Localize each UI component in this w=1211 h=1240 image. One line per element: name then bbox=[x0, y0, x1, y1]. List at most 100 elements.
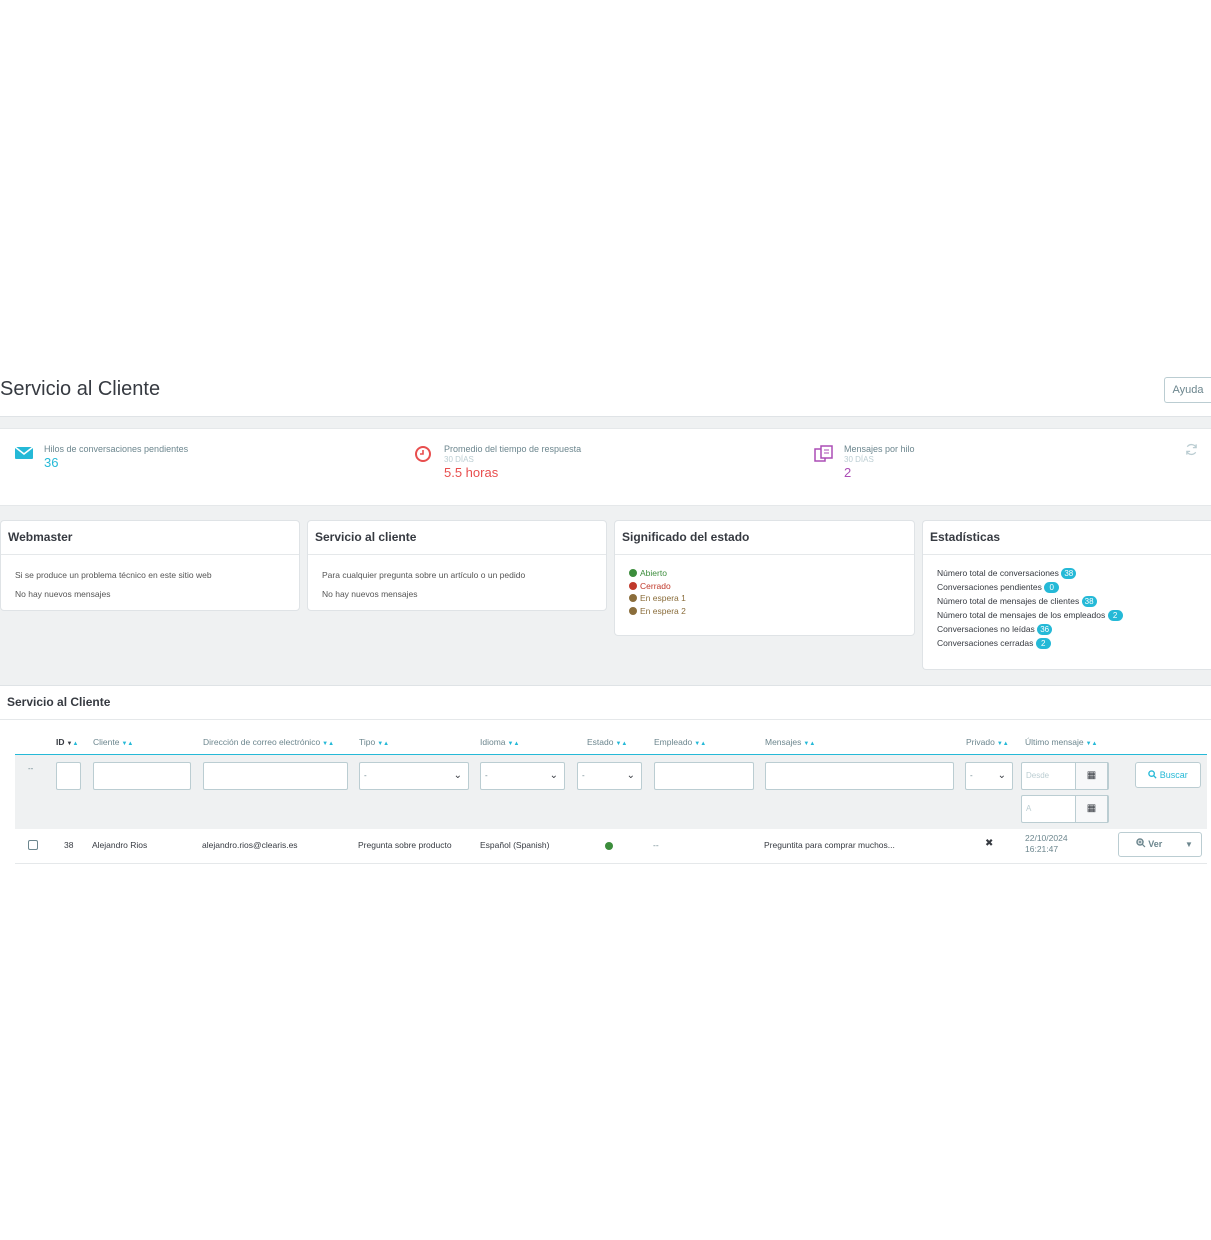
column-header-estado[interactable]: Estado ▼▲ bbox=[587, 737, 627, 747]
stat-item: Número total de conversaciones 38 bbox=[937, 566, 1211, 580]
kpi-title: Promedio del tiempo de respuesta bbox=[444, 444, 582, 454]
cell-cliente: Alejandro Rios bbox=[92, 840, 148, 850]
cell-idioma: Español (Spanish) bbox=[480, 840, 550, 850]
private-cross-icon: ✖ bbox=[985, 838, 994, 849]
panel-status: No hay nuevos mensajes bbox=[15, 589, 111, 599]
kpi-value: 36 bbox=[44, 455, 59, 470]
kpi-title: Mensajes por hilo bbox=[844, 444, 915, 454]
filter-email-input[interactable] bbox=[203, 762, 348, 790]
stat-badge: 2 bbox=[1107, 610, 1123, 621]
cell-estado bbox=[605, 841, 616, 851]
sort-icon: ▼▲ bbox=[1085, 741, 1098, 747]
sort-icon: ▼▲ bbox=[377, 741, 390, 747]
column-header-cliente[interactable]: Cliente ▼▲ bbox=[93, 737, 133, 747]
caret-down-icon[interactable]: ▼ bbox=[1177, 833, 1201, 856]
search-icon bbox=[1148, 770, 1157, 779]
column-header-tipo[interactable]: Tipo ▼▲ bbox=[359, 737, 389, 747]
page-header: Servicio al Cliente Ayuda bbox=[0, 367, 1211, 417]
table-row[interactable]: 38 Alejandro Rios alejandro.rios@clearis… bbox=[15, 828, 1207, 864]
status-dot-icon bbox=[605, 842, 613, 850]
sort-icon: ▼▲ bbox=[507, 741, 520, 747]
kpi-row: Hilos de conversaciones pendientes 36 Pr… bbox=[0, 428, 1211, 506]
column-header-idioma[interactable]: Idioma ▼▲ bbox=[480, 737, 519, 747]
filter-idioma-select[interactable]: - ⌄ bbox=[480, 762, 565, 790]
column-header-privado[interactable]: Privado ▼▲ bbox=[966, 737, 1009, 747]
calendar-icon[interactable]: ▦ bbox=[1075, 795, 1108, 823]
customer-threads-list: Servicio al Cliente ID ▼▲ Cliente ▼▲ Direc… bbox=[0, 685, 1211, 864]
view-button-group: Ver ▼ bbox=[1118, 832, 1202, 857]
calendar-icon[interactable]: ▦ bbox=[1075, 762, 1108, 790]
cell-tipo: Pregunta sobre producto bbox=[358, 840, 452, 850]
sort-icon: ▼▲ bbox=[322, 741, 335, 747]
cell-email: alejandro.rios@clearis.es bbox=[202, 840, 298, 850]
stat-badge: 2 bbox=[1035, 638, 1051, 649]
column-header-mensajes[interactable]: Mensajes ▼▲ bbox=[765, 737, 815, 747]
stat-badge: 38 bbox=[1081, 596, 1097, 607]
sort-icon: ▼▲ bbox=[996, 741, 1009, 747]
bulk-actions-label: -- bbox=[28, 764, 34, 773]
status-dot-icon bbox=[629, 581, 637, 590]
column-header-email[interactable]: Dirección de correo electrónico ▼▲ bbox=[203, 737, 334, 747]
sort-icon: ▼▲ bbox=[803, 741, 816, 747]
status-legend-panel: Significado del estado Abierto Cerrado E… bbox=[614, 520, 915, 636]
zoom-in-icon bbox=[1135, 838, 1146, 848]
customer-service-panel: Servicio al cliente Para cualquier pregu… bbox=[307, 520, 607, 611]
help-button[interactable]: Ayuda bbox=[1164, 377, 1211, 403]
stat-item: Conversaciones no leídas 36 bbox=[937, 622, 1211, 636]
sort-desc-icon: ▼ bbox=[66, 741, 73, 747]
cell-id: 38 bbox=[64, 840, 74, 850]
panel-title: Estadísticas bbox=[923, 521, 1211, 555]
stat-item: Número total de mensajes de clientes 38 bbox=[937, 594, 1211, 608]
row-checkbox[interactable] bbox=[28, 840, 38, 850]
refresh-icon[interactable] bbox=[1185, 443, 1199, 457]
filter-row: -- - ⌄ - ⌄ - ⌄ - ⌄ Desde ▦ A ▦ Buscar bbox=[15, 754, 1207, 829]
clock-icon bbox=[414, 445, 436, 465]
stat-item: Conversaciones cerradas 2 bbox=[937, 636, 1211, 650]
status-dot-icon bbox=[629, 594, 637, 602]
filter-date-from-input[interactable]: Desde ▦ bbox=[1021, 762, 1109, 790]
statistics-panel: Estadísticas Número total de conversacio… bbox=[922, 520, 1211, 670]
cell-time: 16:21:47 bbox=[1025, 844, 1059, 854]
view-button[interactable]: Ver bbox=[1119, 833, 1179, 856]
filter-id-input[interactable] bbox=[56, 762, 81, 790]
stat-item: Número total de mensajes de los empleado… bbox=[937, 608, 1211, 622]
filter-privado-select[interactable]: - ⌄ bbox=[965, 762, 1013, 790]
list-title: Servicio al Cliente bbox=[0, 686, 1211, 720]
column-header-id[interactable]: ID ▼▲ bbox=[56, 737, 78, 747]
kpi-title: Hilos de conversaciones pendientes bbox=[44, 444, 189, 454]
status-dot-icon bbox=[629, 569, 637, 577]
panel-description: Para cualquier pregunta sobre un artícul… bbox=[322, 570, 526, 580]
copy-icon bbox=[814, 445, 836, 465]
cell-date: 22/10/2024 bbox=[1025, 833, 1068, 843]
legend-item: En espera 1 bbox=[629, 592, 914, 605]
filter-estado-select[interactable]: - ⌄ bbox=[577, 762, 642, 790]
search-button[interactable]: Buscar bbox=[1135, 762, 1201, 788]
chevron-down-icon: ⌄ bbox=[997, 770, 1006, 781]
sort-icon: ▼▲ bbox=[694, 741, 707, 747]
kpi-value: 2 bbox=[844, 465, 852, 480]
sort-icon: ▼▲ bbox=[121, 741, 134, 747]
panel-description: Si se produce un problema técnico en est… bbox=[15, 570, 212, 580]
chevron-down-icon: ⌄ bbox=[549, 770, 558, 781]
webmaster-panel: Webmaster Si se produce un problema técn… bbox=[0, 520, 300, 611]
panel-title: Webmaster bbox=[1, 521, 299, 555]
filter-tipo-select[interactable]: - ⌄ bbox=[359, 762, 469, 790]
status-dot-icon bbox=[629, 606, 637, 615]
filter-date-to-input[interactable]: A ▦ bbox=[1021, 795, 1109, 823]
kpi-value: 5.5 horas bbox=[444, 465, 499, 480]
cell-empleado: -- bbox=[653, 840, 659, 850]
legend-item: En espera 2 bbox=[629, 605, 914, 618]
column-header-ultimo-mensaje[interactable]: Último mensaje ▼▲ bbox=[1025, 737, 1097, 747]
kpi-subtitle: 30 días bbox=[444, 455, 474, 464]
column-header-empleado[interactable]: Empleado ▼▲ bbox=[654, 737, 706, 747]
chevron-down-icon: ⌄ bbox=[453, 770, 462, 781]
legend-item: Abierto bbox=[629, 567, 914, 580]
filter-mensajes-input[interactable] bbox=[765, 762, 954, 790]
legend-item: Cerrado bbox=[629, 580, 914, 593]
kpi-subtitle: 30 días bbox=[844, 455, 874, 464]
filter-empleado-input[interactable] bbox=[654, 762, 754, 790]
page-title: Servicio al Cliente bbox=[0, 378, 161, 400]
filter-cliente-input[interactable] bbox=[93, 762, 191, 790]
panel-title: Significado del estado bbox=[615, 521, 914, 555]
stat-badge: 36 bbox=[1037, 624, 1053, 635]
